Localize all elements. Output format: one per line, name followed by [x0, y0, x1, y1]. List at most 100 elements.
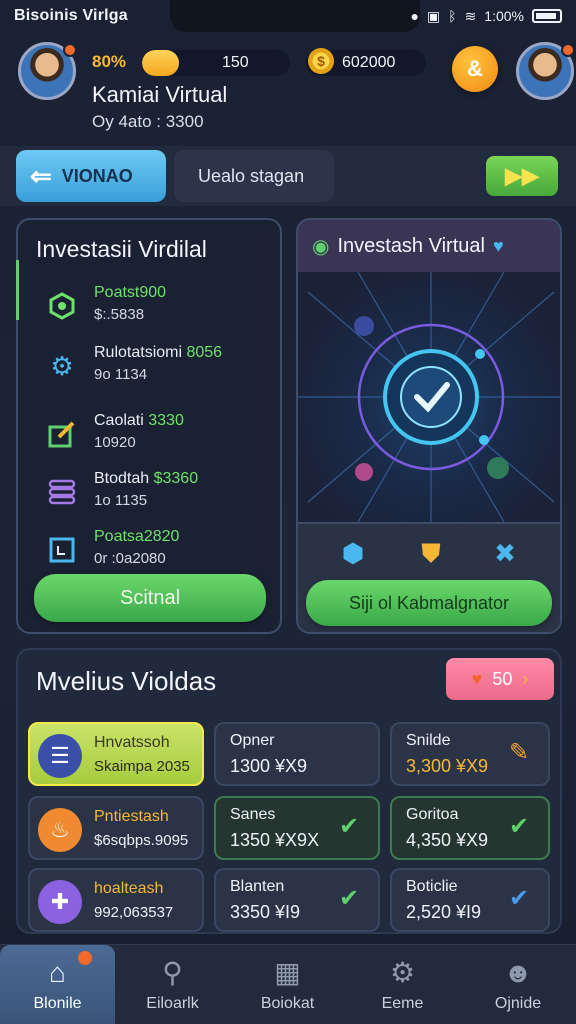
- tab-label: Eeme: [381, 995, 424, 1012]
- globe-icon: ◉: [312, 235, 330, 258]
- shield-icon[interactable]: ⛊: [414, 536, 448, 570]
- reward-value: 1350 ¥X9X: [230, 830, 320, 850]
- coins-stack-icon: [46, 476, 78, 508]
- reward-name: Blanten: [230, 878, 285, 895]
- calibration-button[interactable]: Siji ol Kabmalgnator: [306, 580, 552, 626]
- player-header: 80% 150 $ 602000 & Kamiai Virtual Oy 4at…: [0, 38, 576, 138]
- gear-icon: ⚙: [389, 957, 416, 988]
- heart-icon: ♥: [492, 235, 504, 256]
- xp-progress-bar: [142, 50, 290, 76]
- reward-card[interactable]: ✚ hoalteash 992,063537: [28, 868, 204, 932]
- investment-item[interactable]: Caolati 3330 10920: [46, 412, 276, 468]
- coin-icon: $: [308, 48, 334, 74]
- heart-icon: ♥: [471, 668, 483, 689]
- gear-icon: ⚙: [50, 350, 74, 381]
- status-bar: Bisoinis Virlga ● ▣ ᛒ ≋ 1:00%: [0, 0, 576, 32]
- reward-name: hoalteash: [94, 880, 164, 897]
- bluetooth-icon: ᛒ: [448, 8, 457, 24]
- status-icons: ● ▣ ᛒ ≋ 1:00%: [410, 8, 562, 25]
- battery-icon: [532, 9, 562, 23]
- reward-card[interactable]: ♨ Pntiestash $6sqbps.9095: [28, 796, 204, 860]
- friend-avatar[interactable]: [516, 42, 575, 100]
- investment-value: 10920: [94, 434, 136, 451]
- tab-home[interactable]: ⌂ Blonile: [0, 945, 115, 1024]
- reward-card[interactable]: Snilde 3,300 ¥X9 ✎: [390, 722, 550, 786]
- tab-profile[interactable]: ☻ Ojnide: [460, 945, 576, 1024]
- search-icon: ⚲: [162, 957, 183, 988]
- tab-search[interactable]: ⚲ Eiloarlk: [115, 945, 230, 1024]
- hexagon-icon: [46, 290, 78, 322]
- investment-item[interactable]: ⚙ Rulotatsiomi 8056 9o 1134: [46, 344, 276, 400]
- chevron-right-icon: ›: [522, 668, 529, 689]
- edit-icon: [46, 418, 78, 450]
- check-badge-icon: ✎: [508, 739, 530, 766]
- tab-label: Eiloarlk: [146, 995, 199, 1012]
- reward-value: $6sqbps.9095: [94, 832, 189, 849]
- reward-card[interactable]: Goritoa 4,350 ¥X9 ✔: [390, 796, 550, 860]
- app-name: Bisoinis Virlga: [14, 7, 128, 24]
- investment-value: 1o 1135: [94, 492, 148, 509]
- reward-value: 4,350 ¥X9: [406, 830, 489, 850]
- check-icon: ✔: [508, 813, 530, 840]
- investment-name: Caolati 3330: [94, 412, 184, 429]
- verification-illustration: [298, 271, 560, 523]
- reward-card[interactable]: ☰ Hnvatssoh Skaimpa 2035: [28, 722, 204, 786]
- player-name: Kamiai Virtual: [92, 82, 228, 107]
- player-avatar[interactable]: [18, 42, 77, 100]
- investment-value: $:.5838: [94, 306, 145, 323]
- shield-cross-icon[interactable]: ⬢: [336, 536, 370, 570]
- bottom-tab-bar: ⌂ Blonile ⚲ Eiloarlk ▦ Boiokat ⚙ Eeme ☻ …: [0, 944, 576, 1024]
- tab-box[interactable]: ▦ Boiokat: [230, 945, 345, 1024]
- battery-percent: 1:00%: [484, 8, 524, 24]
- stage-tab[interactable]: Uealo stagan: [174, 150, 334, 202]
- virtual-rewards-panel: Mvelius Violdas ♥ 50 › ☰ Hnvatssoh Skaim…: [16, 648, 562, 934]
- reward-value: 1300 ¥X9: [230, 756, 308, 776]
- reward-card[interactable]: Sanes 1350 ¥X9X ✔: [214, 796, 380, 860]
- user-icon: ☻: [503, 957, 533, 988]
- reward-value: 3350 ¥I9: [230, 902, 301, 922]
- investment-value: 9o 1134: [94, 366, 148, 383]
- reward-value: 2,520 ¥I9: [406, 902, 482, 922]
- check-icon: ✔: [338, 885, 360, 912]
- tab-label: Blonile: [33, 995, 82, 1012]
- forward-button[interactable]: ▶▶: [486, 156, 558, 196]
- gold-bonus-button[interactable]: &: [452, 46, 498, 92]
- puzzle-icon: ✚: [38, 880, 82, 924]
- investment-name: Btodtah $3360: [94, 470, 199, 487]
- arrow-left-icon: ⇐: [30, 160, 52, 191]
- reward-name: Snilde: [406, 732, 451, 749]
- investment-list-panel: Investasii Virdilal Poatst900 $:.5838 ⚙ …: [16, 218, 282, 634]
- panel-header: ◉ Investash Virtual ♥: [298, 220, 560, 272]
- virtual-investment-panel: ◉ Investash Virtual ♥ ⬢ ⛊ ✖ Siji ol Kabm…: [296, 218, 562, 634]
- back-button-label: VIONAO: [61, 165, 133, 186]
- reward-card[interactable]: Opner 1300 ¥X9: [214, 722, 380, 786]
- investment-item[interactable]: Btodtah $3360 1o 1135: [46, 470, 276, 526]
- submit-button[interactable]: Scitnal: [34, 574, 266, 622]
- likes-badge[interactable]: ♥ 50 ›: [446, 658, 554, 700]
- player-subtitle: Oy 4ato : 3300: [92, 112, 204, 131]
- investment-item[interactable]: Poatst900 $:.5838: [46, 284, 276, 340]
- reward-card[interactable]: Boticlie 2,520 ¥I9 ✔: [390, 868, 550, 932]
- panel-title: Mvelius Violdas: [36, 666, 217, 696]
- reward-name: Goritoa: [406, 806, 459, 823]
- cake-icon: ♨: [38, 808, 82, 852]
- tab-settings[interactable]: ⚙ Eeme: [345, 945, 460, 1024]
- document-icon: [46, 534, 78, 566]
- investment-value: 0r :0a2080: [94, 550, 166, 567]
- reward-name: Hnvatssoh: [94, 734, 170, 751]
- notification-dot: [78, 951, 92, 965]
- back-button[interactable]: ⇐ VIONAO: [16, 150, 166, 202]
- reward-value: Skaimpa 2035: [94, 758, 190, 775]
- xp-progress-fill: [142, 50, 179, 76]
- tools-icon[interactable]: ✖: [488, 536, 522, 570]
- reward-value: 992,063537: [94, 904, 174, 921]
- navigation-row: ⇐ VIONAO Uealo stagan ▶▶: [0, 146, 576, 206]
- camera-notch: [170, 0, 420, 32]
- reward-card[interactable]: Blanten 3350 ¥I9 ✔: [214, 868, 380, 932]
- box-icon: ▦: [274, 957, 301, 988]
- coin-value: 602000: [342, 54, 396, 71]
- likes-count: 50: [492, 668, 513, 689]
- notification-dot: [63, 43, 77, 57]
- check-icon: ✔: [338, 813, 360, 840]
- xp-percent: 80%: [92, 52, 127, 71]
